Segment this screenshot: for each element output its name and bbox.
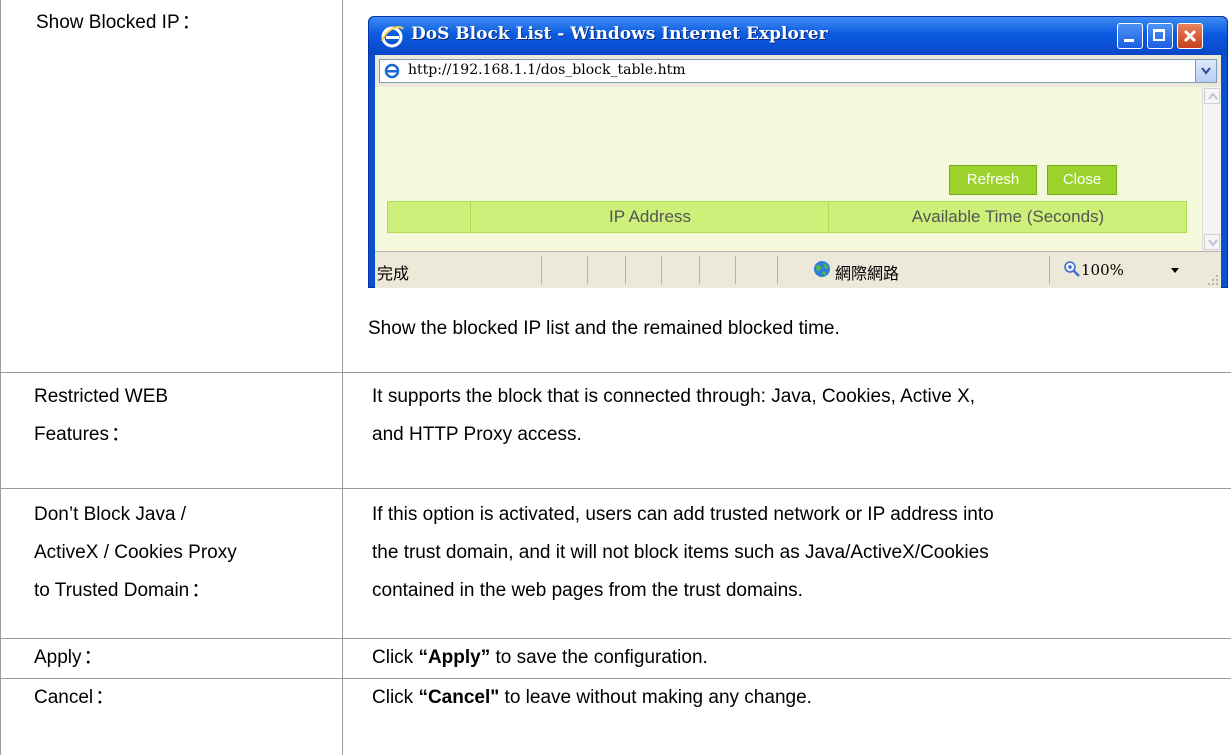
ie-window-title: DoS Block List - Windows Internet Explor… bbox=[411, 24, 828, 44]
status-separator bbox=[777, 256, 778, 284]
status-bar: 完成 網際網路 100% bbox=[375, 251, 1221, 288]
label-cancel: Cancel： bbox=[34, 687, 115, 708]
description-cancel: Click “Cancel" to leave without making a… bbox=[372, 687, 812, 708]
address-bar: http://192.168.1.1/dos_block_table.htm bbox=[375, 55, 1221, 87]
description-show-blocked-ip: Show the blocked IP list and the remaine… bbox=[368, 318, 840, 339]
label-dont-block-trusted-domain: Don’t Block Java / ActiveX / Cookies Pro… bbox=[34, 504, 237, 601]
description-apply: Click “Apply” to save the configuration. bbox=[372, 647, 708, 668]
ie-titlebar[interactable]: DoS Block List - Windows Internet Explor… bbox=[369, 17, 1227, 55]
label-show-blocked-ip: Show Blocked IP： bbox=[36, 12, 201, 33]
dropdown-arrow-icon[interactable] bbox=[1195, 60, 1216, 82]
address-field[interactable]: http://192.168.1.1/dos_block_table.htm bbox=[379, 59, 1217, 83]
status-separator bbox=[587, 256, 588, 284]
zoom-dropdown-icon[interactable] bbox=[1171, 268, 1179, 273]
zoom-icon[interactable] bbox=[1063, 260, 1081, 278]
description-dont-block-trusted-domain: If this option is activated, users can a… bbox=[372, 504, 994, 601]
column-header-index bbox=[388, 202, 470, 232]
popup-content: Refresh Close IP Address Available Time … bbox=[375, 87, 1221, 251]
column-header-available-time: Available Time (Seconds) bbox=[828, 202, 1187, 232]
label-restricted-web-features: Restricted WEB Features： bbox=[34, 386, 169, 445]
column-header-ip-address: IP Address bbox=[470, 202, 829, 232]
resize-grip-icon[interactable] bbox=[1205, 272, 1219, 286]
zoom-level[interactable]: 100% bbox=[1081, 261, 1124, 279]
security-zone: 網際網路 bbox=[835, 266, 900, 283]
scroll-down-icon[interactable] bbox=[1204, 234, 1220, 250]
status-separator bbox=[699, 256, 700, 284]
address-url: http://192.168.1.1/dos_block_table.htm bbox=[408, 62, 686, 78]
ie-popup-window[interactable]: DoS Block List - Windows Internet Explor… bbox=[368, 16, 1228, 288]
status-separator bbox=[625, 256, 626, 284]
status-separator bbox=[661, 256, 662, 284]
ie-logo-icon bbox=[381, 26, 404, 48]
close-button[interactable]: Close bbox=[1047, 165, 1117, 195]
description-restricted-web-features: It supports the block that is connected … bbox=[372, 386, 976, 445]
refresh-button[interactable]: Refresh bbox=[949, 165, 1037, 195]
globe-icon bbox=[814, 261, 830, 277]
scroll-up-icon[interactable] bbox=[1204, 88, 1220, 104]
apply-keyword: “Apply” bbox=[418, 647, 491, 668]
status-separator bbox=[541, 256, 542, 284]
vertical-scrollbar[interactable] bbox=[1202, 87, 1221, 251]
close-icon[interactable] bbox=[1177, 23, 1203, 49]
status-text: 完成 bbox=[377, 266, 410, 283]
status-separator bbox=[735, 256, 736, 284]
page-icon bbox=[384, 63, 400, 79]
blocked-ip-table-header: IP Address Available Time (Seconds) bbox=[387, 201, 1187, 233]
settings-table: Show Blocked IP： DoS Block List - Window… bbox=[0, 0, 1231, 755]
cancel-keyword: “Cancel" bbox=[418, 687, 500, 708]
label-apply: Apply： bbox=[34, 647, 103, 668]
minimize-icon[interactable] bbox=[1117, 23, 1143, 49]
status-separator bbox=[1049, 256, 1050, 284]
maximize-icon[interactable] bbox=[1147, 23, 1173, 49]
